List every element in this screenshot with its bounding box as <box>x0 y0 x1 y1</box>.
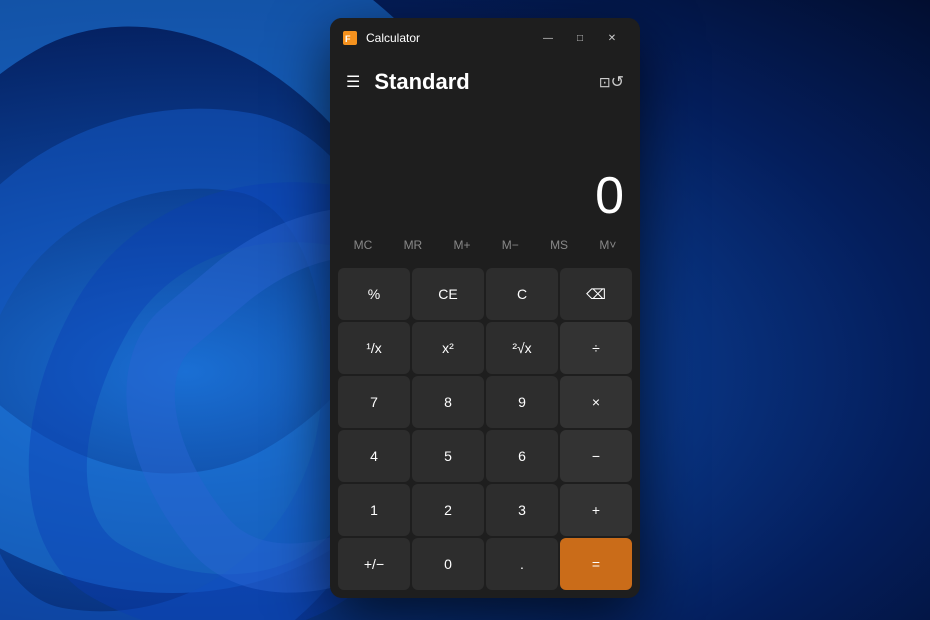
calc-header: ☰ Standard ⊡ ↺ <box>330 58 640 106</box>
memory-btn-M-[interactable]: M+ <box>448 234 477 256</box>
memory-btn-MS[interactable]: MS <box>544 234 574 256</box>
calc-btn----[interactable]: +/− <box>338 538 410 590</box>
calc-btn--[interactable]: ÷ <box>560 322 632 374</box>
calculator-window: F Calculator — □ ✕ ☰ Standard ⊡ ↺ 0 MC MR… <box>330 18 640 598</box>
close-button[interactable]: ✕ <box>596 26 628 50</box>
calc-btn--[interactable]: . <box>486 538 558 590</box>
calc-btn--[interactable]: ⌫ <box>560 268 632 320</box>
history-icon[interactable]: ↺ <box>611 72 624 92</box>
calc-btn-6[interactable]: 6 <box>486 430 558 482</box>
calc-btn-4[interactable]: 4 <box>338 430 410 482</box>
calc-btn-CE[interactable]: CE <box>412 268 484 320</box>
memory-btn-MR[interactable]: MR <box>398 234 429 256</box>
title-bar: F Calculator — □ ✕ <box>330 18 640 58</box>
calc-btn--[interactable]: % <box>338 268 410 320</box>
display-value: 0 <box>595 170 624 222</box>
calc-btn-x-[interactable]: x² <box>412 322 484 374</box>
calc-btn--[interactable]: × <box>560 376 632 428</box>
calc-btn-2[interactable]: 2 <box>412 484 484 536</box>
hamburger-menu-icon[interactable]: ☰ <box>346 72 360 92</box>
memory-btn-M-[interactable]: M− <box>496 234 525 256</box>
calc-btn-5[interactable]: 5 <box>412 430 484 482</box>
memory-btn-MC[interactable]: MC <box>348 234 379 256</box>
memory-row: MC MR M+ M− MS M˅ <box>330 230 640 264</box>
calc-btn---x[interactable]: ¹/x <box>338 322 410 374</box>
calc-btn--[interactable]: + <box>560 484 632 536</box>
calc-btn-9[interactable]: 9 <box>486 376 558 428</box>
calc-btn-8[interactable]: 8 <box>412 376 484 428</box>
window-title: Calculator <box>366 31 532 45</box>
calc-btn-C[interactable]: C <box>486 268 558 320</box>
mode-switch-icon[interactable]: ⊡ <box>599 74 611 91</box>
calc-btn--[interactable]: = <box>560 538 632 590</box>
calc-btn-7[interactable]: 7 <box>338 376 410 428</box>
memory-btn-M-[interactable]: M˅ <box>593 234 622 256</box>
calc-btn--[interactable]: − <box>560 430 632 482</box>
calc-btn-3[interactable]: 3 <box>486 484 558 536</box>
calc-btn-0[interactable]: 0 <box>412 538 484 590</box>
window-controls: — □ ✕ <box>532 26 628 50</box>
minimize-button[interactable]: — <box>532 26 564 50</box>
calc-btn-1[interactable]: 1 <box>338 484 410 536</box>
calc-display: 0 <box>330 106 640 230</box>
calc-buttons: %CEC⌫ ¹/xx²²√x÷ 789× 456− 123+ +/−0.= <box>330 264 640 598</box>
calc-btn---x[interactable]: ²√x <box>486 322 558 374</box>
svg-text:F: F <box>345 34 351 44</box>
app-icon: F <box>342 30 358 46</box>
maximize-button[interactable]: □ <box>564 26 596 50</box>
mode-title: Standard <box>374 69 591 95</box>
